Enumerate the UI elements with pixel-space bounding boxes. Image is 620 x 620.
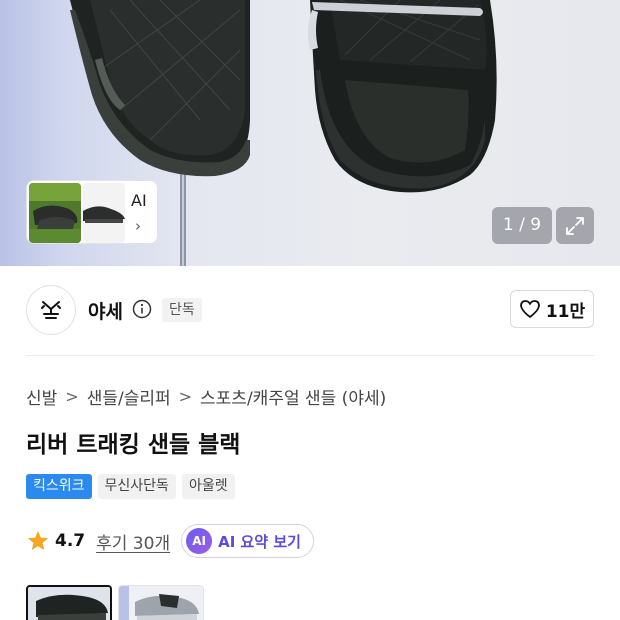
rating-value: 4.7 [55, 531, 86, 551]
brand-logo-mark [41, 301, 61, 319]
tag-kicks-week[interactable]: 킥스위크 [26, 474, 92, 499]
ai-recommendation-thumbnails[interactable]: AI › [26, 180, 158, 244]
ai-thumbnail-outdoor [29, 183, 81, 243]
breadcrumb-separator: > [65, 386, 79, 406]
ai-label: AI [131, 191, 147, 210]
ai-summary-label: AI 요약 보기 [218, 532, 301, 551]
like-count: 11만 [545, 301, 586, 322]
product-tags: 킥스위크 무신사단독 아울렛 [26, 474, 235, 499]
star-icon [28, 531, 48, 550]
review-link[interactable]: 후기 30개 [96, 529, 170, 554]
ai-summary-button[interactable]: AI AI 요약 보기 [181, 524, 314, 558]
color-options [26, 585, 204, 620]
expand-button[interactable] [556, 207, 594, 244]
like-button[interactable]: 11만 [510, 290, 594, 328]
breadcrumb-item-shoes[interactable]: 신발 [26, 384, 57, 409]
color-option-black[interactable] [26, 585, 112, 620]
breadcrumb-separator: > [178, 386, 193, 406]
divider [26, 355, 594, 356]
breadcrumb-item-sport-sandals[interactable]: 스포츠/캐주얼 샌들 (야세) [200, 384, 386, 409]
color-option-grey-image [119, 586, 203, 620]
expand-icon [566, 216, 584, 235]
breadcrumb: 신발 > 샌들/슬리퍼 > 스포츠/캐주얼 샌들 (야세) [26, 384, 386, 409]
tag-musinsa-exclusive: 무신사단독 [97, 474, 176, 499]
image-counter: 1 / 9 [492, 207, 552, 244]
product-image-gallery[interactable]: AI › 1 / 9 [0, 0, 620, 266]
brand-name[interactable]: 야세 [88, 297, 123, 324]
brand-row: 야세 단독 11만 [26, 285, 594, 335]
color-option-grey[interactable] [118, 585, 204, 620]
rating-row: 4.7 후기 30개 AI AI 요약 보기 [26, 524, 314, 558]
breadcrumb-item-sandals[interactable]: 샌들/슬리퍼 [87, 384, 171, 409]
heart-icon [519, 300, 540, 318]
chevron-right-icon: › [135, 217, 141, 235]
color-option-black-image [28, 587, 110, 620]
ai-badge-icon: AI [186, 528, 213, 554]
tag-outlet: 아울렛 [181, 474, 235, 499]
brand-logo[interactable] [26, 285, 76, 335]
info-icon[interactable] [132, 299, 152, 319]
exclusive-badge: 단독 [162, 298, 202, 322]
ai-thumbnail-product [83, 183, 125, 243]
product-title: 리버 트래킹 샌들 블랙 [26, 432, 241, 458]
